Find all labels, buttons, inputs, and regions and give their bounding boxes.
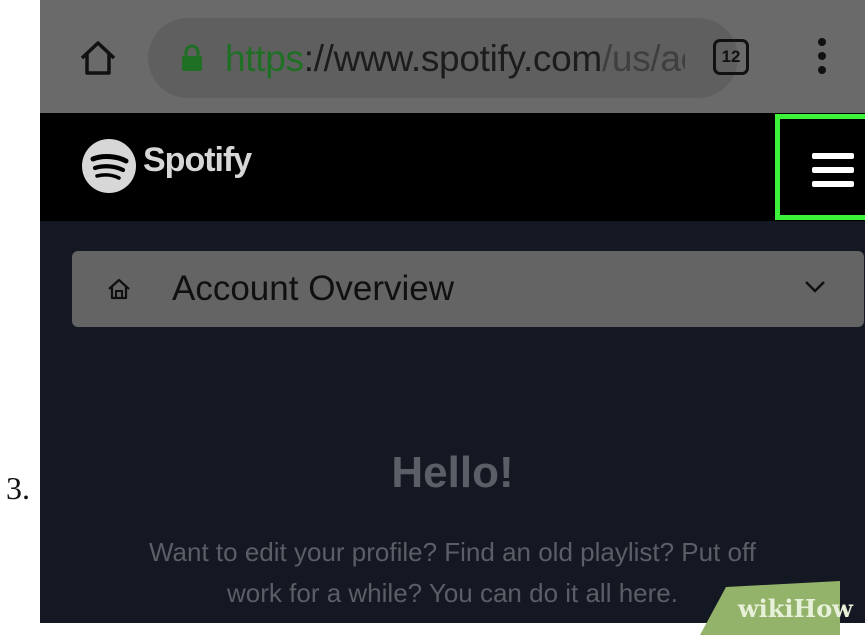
home-icon xyxy=(108,278,130,300)
home-icon[interactable] xyxy=(78,38,118,78)
browser-toolbar: https://www.spotify.com/us/ac 12 xyxy=(40,0,865,113)
wikihow-how: How xyxy=(793,594,853,623)
more-options-icon[interactable] xyxy=(817,38,827,78)
url-scheme: https xyxy=(225,38,304,79)
lock-icon xyxy=(182,44,202,71)
spotify-logo-icon[interactable] xyxy=(81,138,137,194)
step-number: 3. xyxy=(6,470,30,506)
chevron-down-icon xyxy=(805,281,825,293)
url-path: /us/ac xyxy=(601,38,685,79)
spotify-wordmark[interactable]: Spotify xyxy=(143,141,252,180)
account-overview-label: Account Overview xyxy=(172,269,455,308)
description-line-1: Want to edit your profile? Find an old p… xyxy=(148,537,756,567)
spotify-header: Spotify xyxy=(40,113,865,221)
phone-screen: https://www.spotify.com/us/ac 12 Spotify… xyxy=(40,0,865,623)
menu-button[interactable] xyxy=(775,114,865,220)
wikihow-wiki: wiki xyxy=(738,594,794,623)
url-text[interactable]: https://www.spotify.com/us/ac xyxy=(225,38,685,80)
tab-switcher-button[interactable]: 12 xyxy=(713,39,749,75)
account-overview-dropdown[interactable]: Account Overview xyxy=(72,251,864,327)
url-domain: ://www.spotify.com xyxy=(303,38,603,79)
hello-heading: Hello! xyxy=(391,448,514,497)
wikihow-watermark: wikiHow xyxy=(738,594,853,623)
